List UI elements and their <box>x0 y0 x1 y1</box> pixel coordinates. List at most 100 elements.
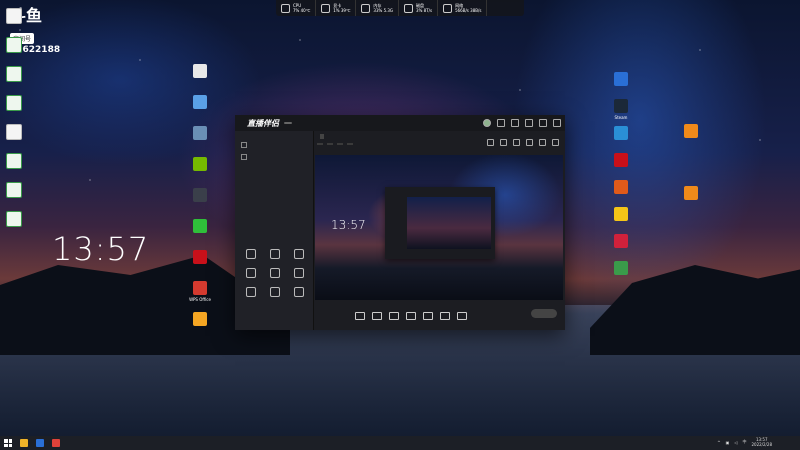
left-desktop-icon[interactable] <box>0 124 34 142</box>
tool-button[interactable] <box>239 268 263 280</box>
scene-item-2[interactable] <box>235 151 313 163</box>
stat-cpu: CPU 7% 40℃ <box>276 0 317 16</box>
bottom-toolbar-button[interactable] <box>355 311 365 322</box>
bottom-toolbar-button[interactable] <box>372 311 382 322</box>
network-tray-icon[interactable]: ▣ <box>726 440 730 445</box>
right-desktop-icon[interactable] <box>601 180 641 196</box>
app-icon <box>614 261 628 275</box>
right-desktop-icon[interactable] <box>601 207 641 223</box>
right-desktop-icon[interactable] <box>601 153 641 169</box>
right-desktop-icon[interactable] <box>601 72 641 88</box>
settings-icon[interactable] <box>511 119 519 127</box>
left-desktop-icon[interactable] <box>0 8 34 26</box>
app-icon <box>193 157 207 171</box>
start-button[interactable] <box>4 439 12 447</box>
room-info-item[interactable] <box>327 143 333 145</box>
disk-icon <box>404 3 414 13</box>
minimize-icon[interactable] <box>525 119 533 127</box>
right-desktop-icon[interactable] <box>601 261 641 277</box>
app-icon <box>6 124 22 140</box>
lock-icon[interactable] <box>500 139 507 146</box>
app-icon <box>614 99 628 113</box>
bottom-toolbar-button[interactable] <box>389 311 399 322</box>
app-version-badge[interactable] <box>284 122 292 124</box>
avatar-icon[interactable] <box>483 119 491 127</box>
tool-button[interactable] <box>239 249 263 261</box>
share-icon[interactable] <box>552 139 559 146</box>
go-live-button[interactable] <box>531 309 557 318</box>
tool-button[interactable] <box>263 249 287 261</box>
bottom-toolbar-button[interactable] <box>406 311 416 322</box>
tool-button[interactable] <box>263 268 287 280</box>
left-desktop-icon[interactable] <box>0 66 34 84</box>
right-desktop-icon[interactable] <box>601 126 641 142</box>
app-taskbar-icon[interactable] <box>52 439 60 447</box>
bottom-toolbar-button[interactable] <box>423 311 433 322</box>
close-icon[interactable] <box>553 119 561 127</box>
right-desktop-icon[interactable]: Steam <box>601 99 641 120</box>
bottom-toolbar-button[interactable] <box>457 311 467 322</box>
room-info-item <box>347 143 353 145</box>
eye-icon[interactable] <box>241 142 247 148</box>
stat-value: 566B/s 38B/s <box>455 8 482 13</box>
left-desktop-icon[interactable] <box>0 95 34 113</box>
gift-icon[interactable] <box>513 139 520 146</box>
taskbar: ^ ▣ ◁ 中 13:57 2022/2/28 <box>0 436 800 450</box>
mid-desktop-icon[interactable] <box>180 250 220 266</box>
app-icon <box>614 153 628 167</box>
scene-item-1[interactable] <box>235 139 313 151</box>
chevron-up-icon[interactable]: ^ <box>717 440 720 445</box>
tool-button[interactable] <box>239 287 263 299</box>
app-icon <box>193 250 207 264</box>
message-icon[interactable] <box>497 119 505 127</box>
right-desktop-icon[interactable] <box>671 186 711 202</box>
mid-desktop-icon[interactable] <box>180 126 220 142</box>
left-desktop-icon[interactable] <box>0 37 34 55</box>
eye-icon[interactable] <box>241 154 247 160</box>
tool-icon <box>246 268 256 278</box>
bottom-toolbar-button[interactable] <box>440 311 450 322</box>
mid-desktop-icon[interactable] <box>180 157 220 173</box>
right-desktop-icon[interactable] <box>671 124 711 140</box>
file-explorer-icon[interactable] <box>20 439 28 447</box>
mid-desktop-icon[interactable] <box>180 312 220 328</box>
right-desktop-icon[interactable] <box>601 234 641 250</box>
app-icon <box>193 126 207 140</box>
app-titlebar[interactable]: 直播伴侣 <box>235 115 565 131</box>
chart-icon[interactable] <box>526 139 533 146</box>
tool-button[interactable] <box>287 287 311 299</box>
left-desktop-icon[interactable] <box>0 182 34 200</box>
chat-icon[interactable] <box>539 139 546 146</box>
system-tray: ^ ▣ ◁ 中 13:57 2022/2/28 <box>717 437 772 447</box>
toolbar-icon <box>355 311 365 320</box>
mid-desktop-icon[interactable]: WPS Office <box>180 281 220 302</box>
left-desktop-icon[interactable] <box>0 211 34 229</box>
toolbar-icon <box>406 311 416 320</box>
screen-icon[interactable] <box>487 139 494 146</box>
app-icon <box>193 219 207 233</box>
tray-clock[interactable]: 13:57 2022/2/28 <box>751 437 772 447</box>
app-icon <box>614 207 628 221</box>
app-main: 13:57 <box>315 131 565 330</box>
volume-icon[interactable]: ◁ <box>734 440 737 445</box>
left-desktop-icon[interactable] <box>0 153 34 171</box>
browser-icon[interactable] <box>36 439 44 447</box>
mid-desktop-icon[interactable] <box>180 95 220 111</box>
bottom-toolbar <box>315 303 603 330</box>
stream-preview[interactable]: 13:57 <box>315 155 563 300</box>
tool-button[interactable] <box>263 287 287 299</box>
app-brand: 直播伴侣 <box>247 118 279 128</box>
tool-button[interactable] <box>287 249 311 261</box>
room-info-item[interactable] <box>317 143 323 145</box>
toolbar-icon <box>440 311 450 320</box>
stat-value: 7% 40℃ <box>293 8 311 13</box>
nested-preview-inner <box>407 197 491 249</box>
mid-desktop-icon[interactable] <box>180 188 220 204</box>
mid-desktop-icon[interactable] <box>180 64 220 80</box>
mid-desktop-icon[interactable] <box>180 219 220 235</box>
room-tag[interactable] <box>320 134 324 139</box>
tool-button[interactable] <box>287 268 311 280</box>
stat-network: 网络 566B/s 38B/s <box>438 0 488 16</box>
maximize-icon[interactable] <box>539 119 547 127</box>
input-language[interactable]: 中 <box>742 439 746 445</box>
